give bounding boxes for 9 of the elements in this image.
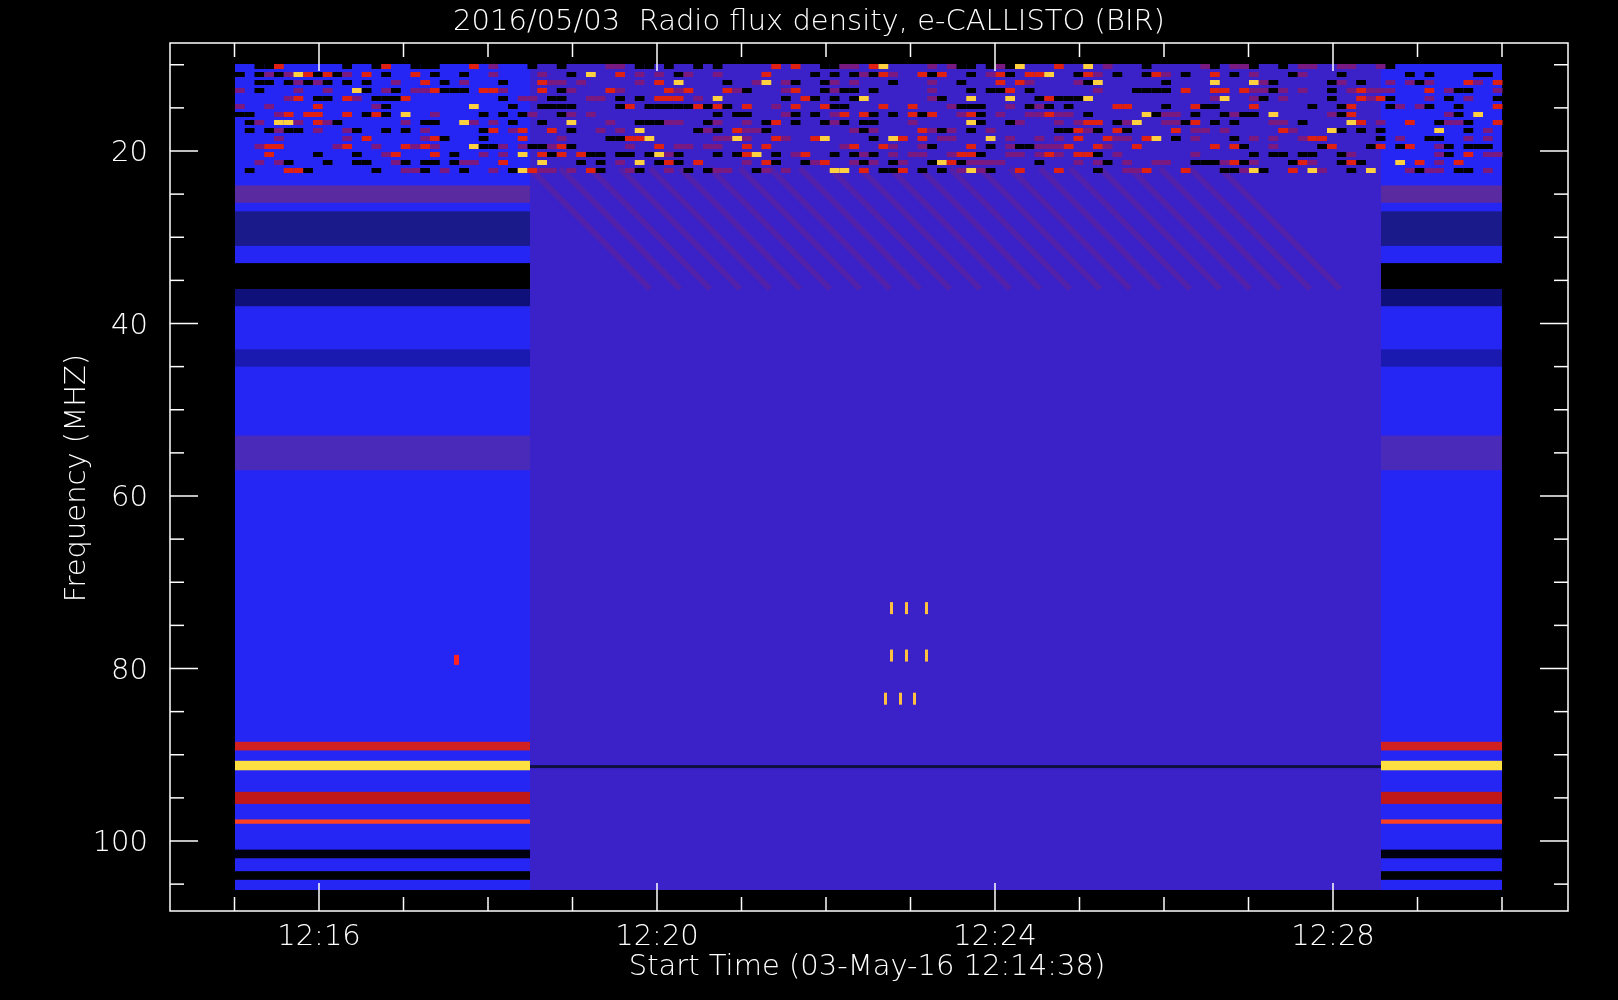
y-tick-label: 40 — [111, 306, 148, 341]
x-tick-label: 12:16 — [277, 918, 361, 952]
y-tick-label: 100 — [92, 824, 148, 858]
chart-title: 2016/05/03 Radio flux density, e-CALLISTO (BIR) — [453, 3, 1165, 37]
y-tick-label: 80 — [111, 651, 148, 686]
x-tick-label: 12:28 — [1291, 918, 1375, 952]
y-tick-label: 60 — [111, 479, 148, 513]
y-axis-label: Frequency (MHZ) — [58, 353, 92, 603]
y-tick-label: 20 — [111, 134, 148, 168]
